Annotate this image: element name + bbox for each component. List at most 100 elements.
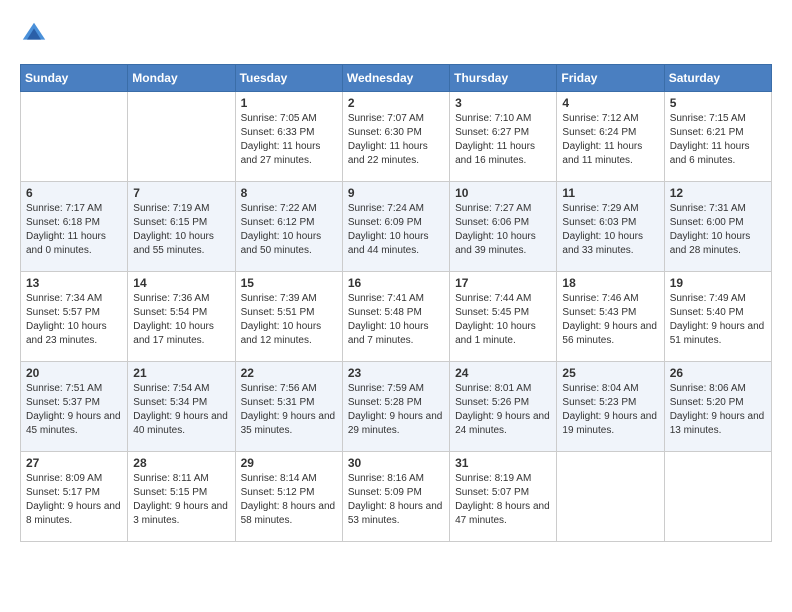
sunset-text: Sunset: 5:28 PM bbox=[348, 397, 422, 408]
day-number: 26 bbox=[670, 366, 766, 380]
day-number: 3 bbox=[455, 96, 551, 110]
calendar-cell: 3 Sunrise: 7:10 AM Sunset: 6:27 PM Dayli… bbox=[450, 92, 557, 182]
calendar-cell bbox=[664, 452, 771, 542]
daylight-text: Daylight: 10 hours and 55 minutes. bbox=[133, 231, 214, 256]
sunset-text: Sunset: 5:26 PM bbox=[455, 397, 529, 408]
day-info: Sunrise: 7:05 AM Sunset: 6:33 PM Dayligh… bbox=[241, 112, 337, 168]
sunrise-text: Sunrise: 7:59 AM bbox=[348, 383, 424, 394]
day-info: Sunrise: 7:12 AM Sunset: 6:24 PM Dayligh… bbox=[562, 112, 658, 168]
calendar-week-row: 13 Sunrise: 7:34 AM Sunset: 5:57 PM Dayl… bbox=[21, 272, 772, 362]
calendar-cell: 15 Sunrise: 7:39 AM Sunset: 5:51 PM Dayl… bbox=[235, 272, 342, 362]
sunrise-text: Sunrise: 7:07 AM bbox=[348, 113, 424, 124]
sunset-text: Sunset: 5:15 PM bbox=[133, 487, 207, 498]
day-number: 31 bbox=[455, 456, 551, 470]
day-header-tuesday: Tuesday bbox=[235, 65, 342, 92]
calendar-cell: 18 Sunrise: 7:46 AM Sunset: 5:43 PM Dayl… bbox=[557, 272, 664, 362]
sunrise-text: Sunrise: 8:09 AM bbox=[26, 473, 102, 484]
day-info: Sunrise: 7:24 AM Sunset: 6:09 PM Dayligh… bbox=[348, 202, 444, 258]
daylight-text: Daylight: 9 hours and 13 minutes. bbox=[670, 411, 765, 436]
day-info: Sunrise: 7:27 AM Sunset: 6:06 PM Dayligh… bbox=[455, 202, 551, 258]
daylight-text: Daylight: 10 hours and 17 minutes. bbox=[133, 321, 214, 346]
daylight-text: Daylight: 9 hours and 51 minutes. bbox=[670, 321, 765, 346]
sunset-text: Sunset: 6:18 PM bbox=[26, 217, 100, 228]
day-info: Sunrise: 8:19 AM Sunset: 5:07 PM Dayligh… bbox=[455, 472, 551, 528]
sunset-text: Sunset: 6:09 PM bbox=[348, 217, 422, 228]
day-number: 13 bbox=[26, 276, 122, 290]
daylight-text: Daylight: 10 hours and 33 minutes. bbox=[562, 231, 643, 256]
day-info: Sunrise: 8:01 AM Sunset: 5:26 PM Dayligh… bbox=[455, 382, 551, 438]
sunset-text: Sunset: 5:43 PM bbox=[562, 307, 636, 318]
daylight-text: Daylight: 9 hours and 8 minutes. bbox=[26, 501, 121, 526]
calendar-cell: 26 Sunrise: 8:06 AM Sunset: 5:20 PM Dayl… bbox=[664, 362, 771, 452]
day-number: 1 bbox=[241, 96, 337, 110]
sunrise-text: Sunrise: 8:06 AM bbox=[670, 383, 746, 394]
day-info: Sunrise: 7:59 AM Sunset: 5:28 PM Dayligh… bbox=[348, 382, 444, 438]
calendar-cell: 10 Sunrise: 7:27 AM Sunset: 6:06 PM Dayl… bbox=[450, 182, 557, 272]
sunrise-text: Sunrise: 7:24 AM bbox=[348, 203, 424, 214]
daylight-text: Daylight: 11 hours and 22 minutes. bbox=[348, 141, 428, 166]
sunset-text: Sunset: 6:15 PM bbox=[133, 217, 207, 228]
sunset-text: Sunset: 5:54 PM bbox=[133, 307, 207, 318]
sunset-text: Sunset: 6:06 PM bbox=[455, 217, 529, 228]
logo bbox=[20, 20, 52, 48]
calendar-cell: 5 Sunrise: 7:15 AM Sunset: 6:21 PM Dayli… bbox=[664, 92, 771, 182]
sunrise-text: Sunrise: 7:44 AM bbox=[455, 293, 531, 304]
day-info: Sunrise: 8:06 AM Sunset: 5:20 PM Dayligh… bbox=[670, 382, 766, 438]
sunset-text: Sunset: 5:31 PM bbox=[241, 397, 315, 408]
day-number: 5 bbox=[670, 96, 766, 110]
sunrise-text: Sunrise: 7:10 AM bbox=[455, 113, 531, 124]
sunrise-text: Sunrise: 7:56 AM bbox=[241, 383, 317, 394]
day-info: Sunrise: 7:44 AM Sunset: 5:45 PM Dayligh… bbox=[455, 292, 551, 348]
sunrise-text: Sunrise: 7:19 AM bbox=[133, 203, 209, 214]
day-number: 17 bbox=[455, 276, 551, 290]
day-header-monday: Monday bbox=[128, 65, 235, 92]
sunrise-text: Sunrise: 7:54 AM bbox=[133, 383, 209, 394]
day-info: Sunrise: 7:15 AM Sunset: 6:21 PM Dayligh… bbox=[670, 112, 766, 168]
sunrise-text: Sunrise: 8:11 AM bbox=[133, 473, 208, 484]
calendar-cell: 8 Sunrise: 7:22 AM Sunset: 6:12 PM Dayli… bbox=[235, 182, 342, 272]
sunrise-text: Sunrise: 8:01 AM bbox=[455, 383, 531, 394]
sunset-text: Sunset: 5:12 PM bbox=[241, 487, 315, 498]
calendar-cell: 28 Sunrise: 8:11 AM Sunset: 5:15 PM Dayl… bbox=[128, 452, 235, 542]
sunrise-text: Sunrise: 7:27 AM bbox=[455, 203, 531, 214]
calendar-cell: 16 Sunrise: 7:41 AM Sunset: 5:48 PM Dayl… bbox=[342, 272, 449, 362]
sunset-text: Sunset: 5:23 PM bbox=[562, 397, 636, 408]
daylight-text: Daylight: 9 hours and 24 minutes. bbox=[455, 411, 550, 436]
day-header-sunday: Sunday bbox=[21, 65, 128, 92]
day-number: 11 bbox=[562, 186, 658, 200]
sunrise-text: Sunrise: 8:14 AM bbox=[241, 473, 317, 484]
calendar-cell: 11 Sunrise: 7:29 AM Sunset: 6:03 PM Dayl… bbox=[557, 182, 664, 272]
day-info: Sunrise: 7:51 AM Sunset: 5:37 PM Dayligh… bbox=[26, 382, 122, 438]
day-number: 16 bbox=[348, 276, 444, 290]
day-header-friday: Friday bbox=[557, 65, 664, 92]
calendar-week-row: 20 Sunrise: 7:51 AM Sunset: 5:37 PM Dayl… bbox=[21, 362, 772, 452]
day-info: Sunrise: 7:39 AM Sunset: 5:51 PM Dayligh… bbox=[241, 292, 337, 348]
calendar-cell: 12 Sunrise: 7:31 AM Sunset: 6:00 PM Dayl… bbox=[664, 182, 771, 272]
sunrise-text: Sunrise: 7:17 AM bbox=[26, 203, 102, 214]
sunset-text: Sunset: 5:34 PM bbox=[133, 397, 207, 408]
logo-icon bbox=[20, 20, 48, 48]
calendar-cell: 22 Sunrise: 7:56 AM Sunset: 5:31 PM Dayl… bbox=[235, 362, 342, 452]
daylight-text: Daylight: 10 hours and 39 minutes. bbox=[455, 231, 536, 256]
daylight-text: Daylight: 9 hours and 29 minutes. bbox=[348, 411, 443, 436]
day-number: 30 bbox=[348, 456, 444, 470]
calendar-cell: 29 Sunrise: 8:14 AM Sunset: 5:12 PM Dayl… bbox=[235, 452, 342, 542]
day-number: 12 bbox=[670, 186, 766, 200]
calendar-cell: 21 Sunrise: 7:54 AM Sunset: 5:34 PM Dayl… bbox=[128, 362, 235, 452]
daylight-text: Daylight: 10 hours and 50 minutes. bbox=[241, 231, 322, 256]
calendar-cell: 7 Sunrise: 7:19 AM Sunset: 6:15 PM Dayli… bbox=[128, 182, 235, 272]
calendar-cell: 9 Sunrise: 7:24 AM Sunset: 6:09 PM Dayli… bbox=[342, 182, 449, 272]
calendar-cell: 17 Sunrise: 7:44 AM Sunset: 5:45 PM Dayl… bbox=[450, 272, 557, 362]
daylight-text: Daylight: 9 hours and 56 minutes. bbox=[562, 321, 657, 346]
day-info: Sunrise: 7:19 AM Sunset: 6:15 PM Dayligh… bbox=[133, 202, 229, 258]
calendar-cell: 31 Sunrise: 8:19 AM Sunset: 5:07 PM Dayl… bbox=[450, 452, 557, 542]
daylight-text: Daylight: 11 hours and 11 minutes. bbox=[562, 141, 642, 166]
sunrise-text: Sunrise: 8:04 AM bbox=[562, 383, 638, 394]
day-header-saturday: Saturday bbox=[664, 65, 771, 92]
day-info: Sunrise: 8:11 AM Sunset: 5:15 PM Dayligh… bbox=[133, 472, 229, 528]
calendar-week-row: 1 Sunrise: 7:05 AM Sunset: 6:33 PM Dayli… bbox=[21, 92, 772, 182]
sunrise-text: Sunrise: 7:51 AM bbox=[26, 383, 102, 394]
day-info: Sunrise: 8:04 AM Sunset: 5:23 PM Dayligh… bbox=[562, 382, 658, 438]
day-number: 29 bbox=[241, 456, 337, 470]
day-info: Sunrise: 7:34 AM Sunset: 5:57 PM Dayligh… bbox=[26, 292, 122, 348]
